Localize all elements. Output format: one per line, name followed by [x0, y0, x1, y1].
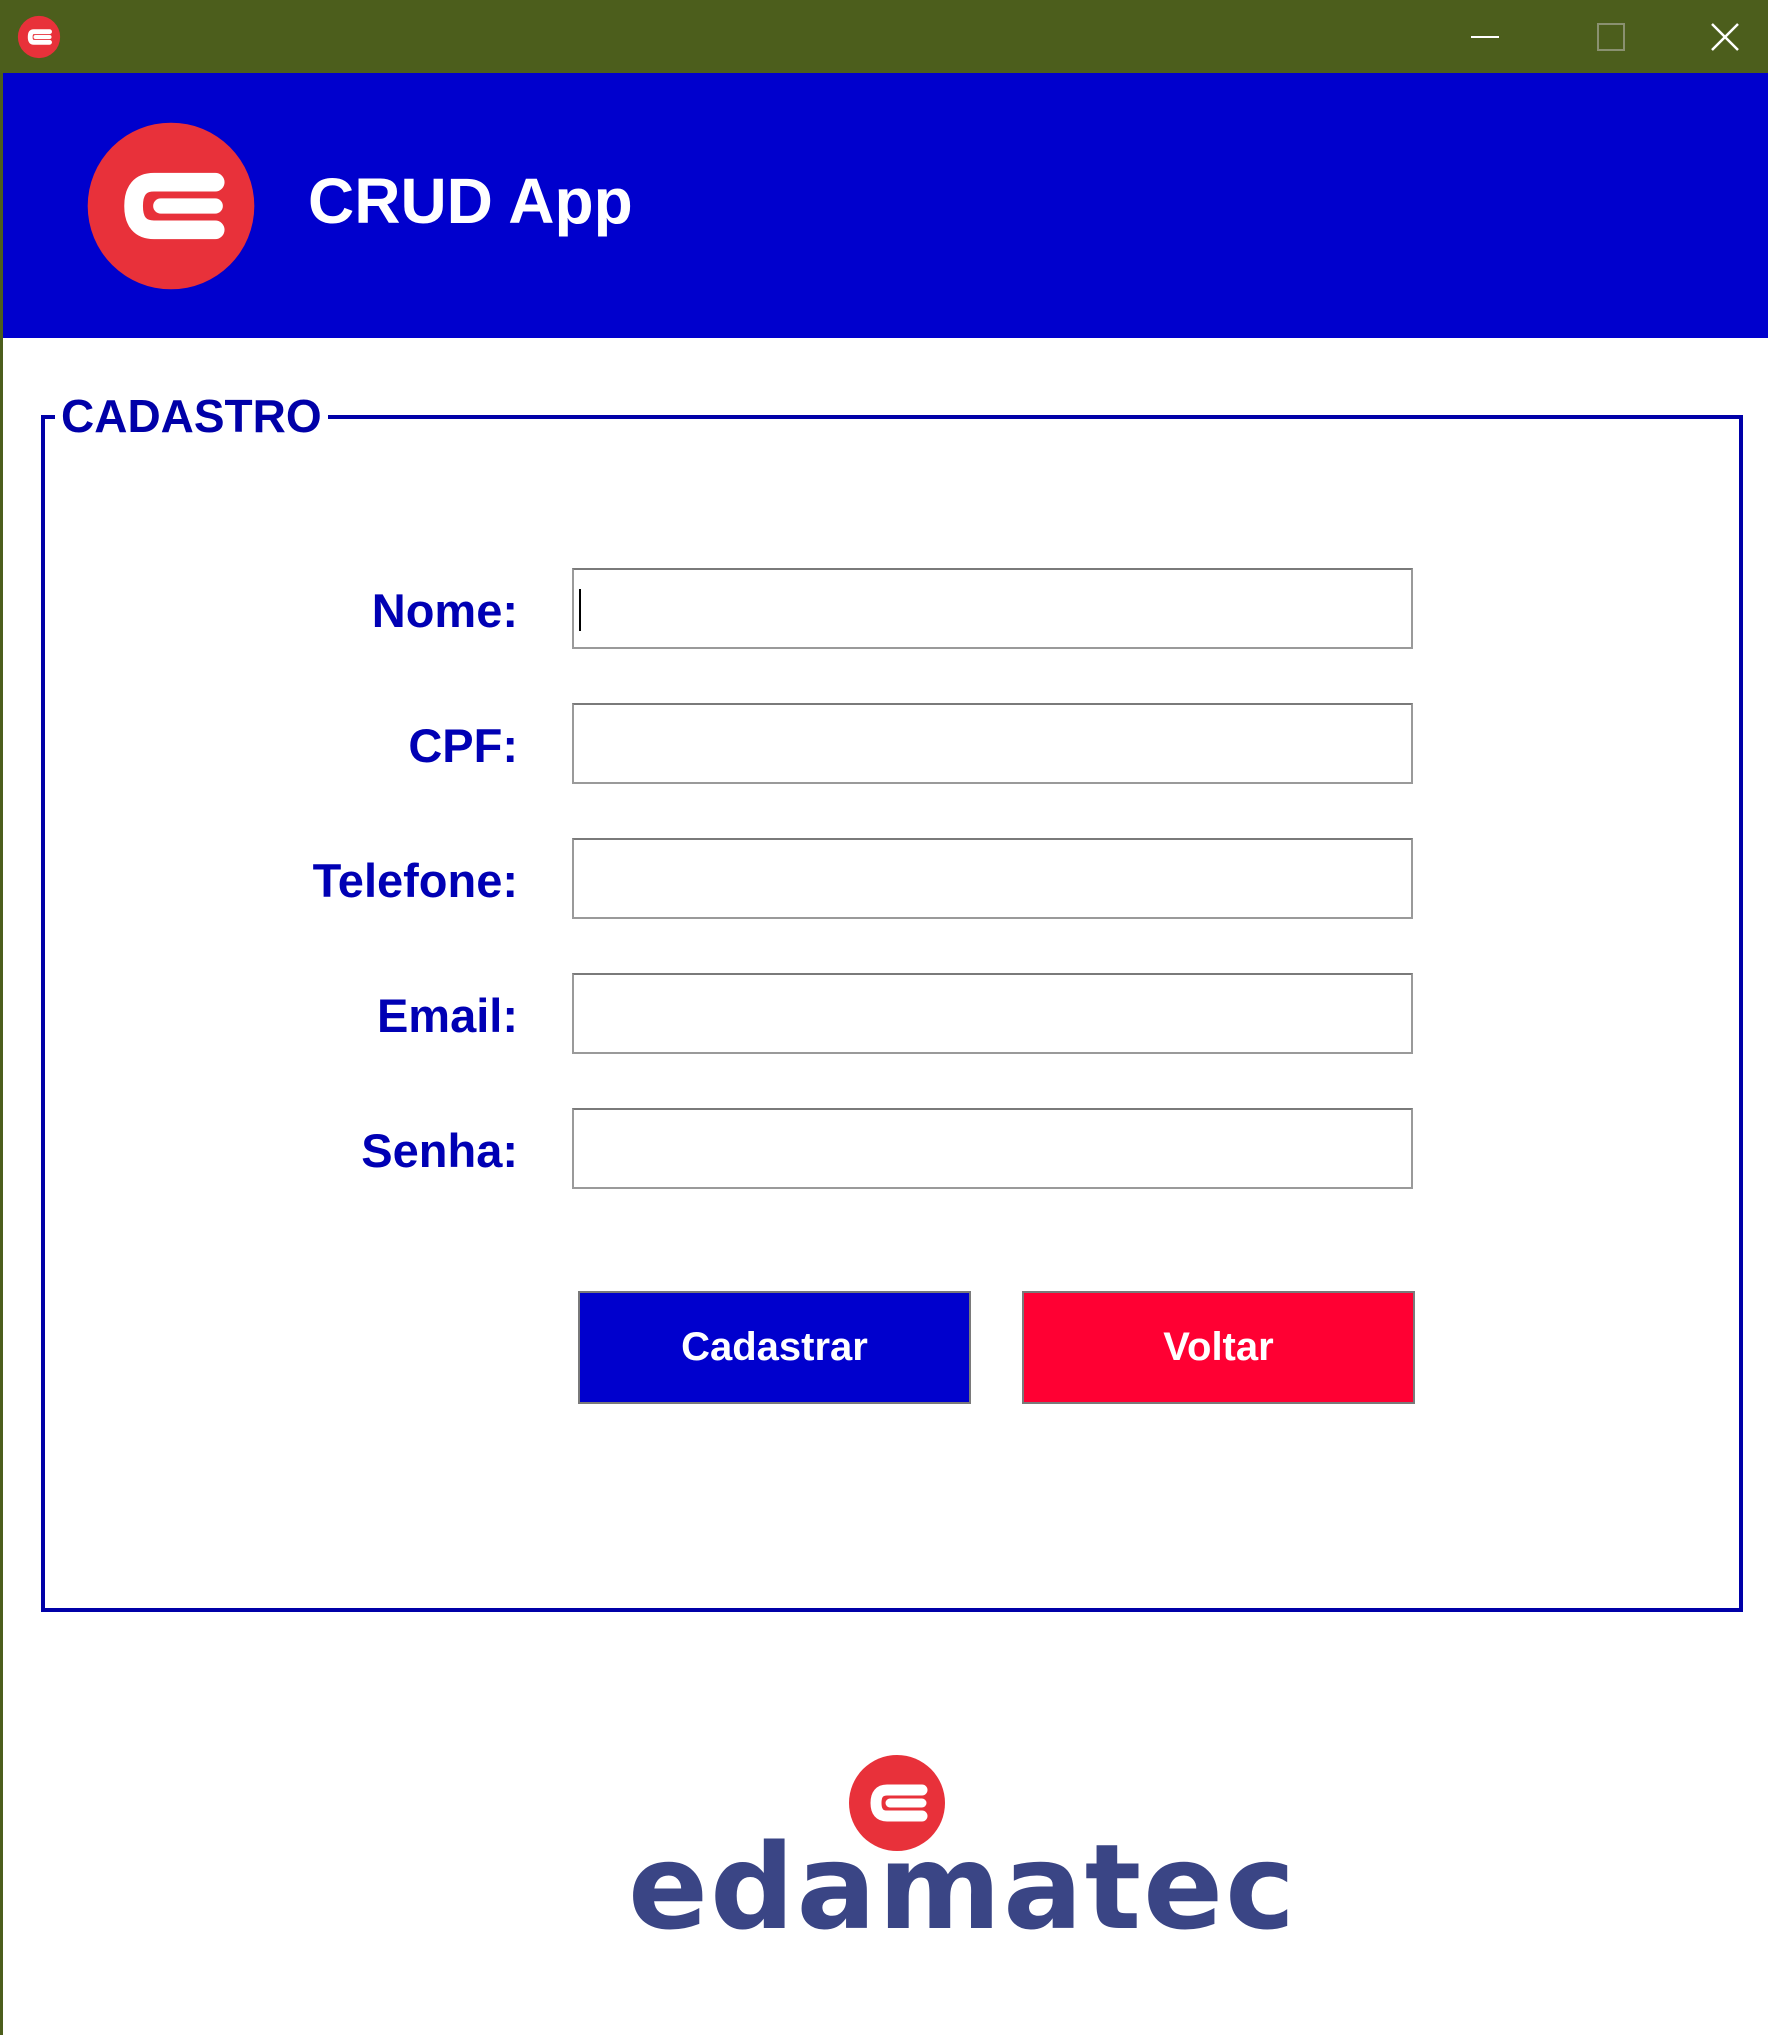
groupbox-title: CADASTRO [55, 393, 328, 439]
close-icon [1711, 22, 1739, 51]
close-button[interactable] [1679, 0, 1768, 73]
email-label: Email: [376, 989, 518, 1042]
senha-input[interactable] [572, 1108, 1413, 1189]
minimize-button[interactable] [1425, 0, 1545, 73]
header-banner: CRUD App [3, 73, 1768, 338]
cadastrar-button[interactable]: Cadastrar [578, 1291, 971, 1404]
edamatec-logo-icon [87, 122, 255, 290]
minimize-icon [1471, 35, 1499, 38]
email-input[interactable] [572, 973, 1413, 1054]
maximize-button[interactable] [1551, 0, 1671, 73]
voltar-button[interactable]: Voltar [1022, 1291, 1415, 1404]
app-title: CRUD App [308, 165, 633, 237]
nome-input[interactable] [572, 568, 1413, 649]
senha-label: Senha: [361, 1124, 518, 1177]
text-caret [579, 589, 581, 631]
telefone-label: Telefone: [312, 854, 518, 907]
title-bar[interactable] [3, 0, 1768, 73]
nome-label: Nome: [371, 584, 518, 637]
brand-wordmark: edamatec [628, 1818, 1298, 1956]
telefone-input[interactable] [572, 838, 1413, 919]
maximize-icon [1597, 22, 1625, 51]
app-window: CRUD App CADASTRO Nome: CPF: Telefone: E… [0, 0, 1768, 2035]
app-logo-icon [17, 15, 61, 59]
cpf-label: CPF: [408, 719, 518, 772]
cpf-input[interactable] [572, 703, 1413, 784]
